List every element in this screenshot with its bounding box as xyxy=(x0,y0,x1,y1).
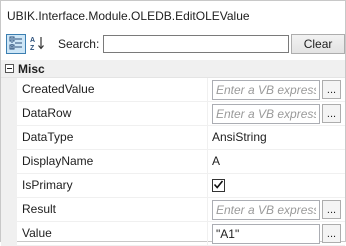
createdvalue-input[interactable] xyxy=(212,79,320,100)
property-value-cell[interactable]: AnsiString xyxy=(208,126,345,149)
alphabetical-view-button[interactable]: A Z xyxy=(28,34,48,54)
datarow-ellipsis-button[interactable]: ... xyxy=(322,104,341,123)
property-row-createdvalue[interactable]: CreatedValue ... xyxy=(1,78,345,102)
sort-alphabetical-icon: A Z xyxy=(30,35,46,54)
clear-button[interactable]: Clear xyxy=(291,34,345,54)
property-name: DataType xyxy=(17,126,208,149)
collapse-icon[interactable] xyxy=(5,64,14,73)
property-name: IsPrimary xyxy=(17,174,208,197)
svg-text:A: A xyxy=(30,37,35,44)
search-label: Search: xyxy=(57,37,100,51)
value-ellipsis-button[interactable]: ... xyxy=(322,224,341,243)
property-toolbar: A Z Search: Clear xyxy=(1,32,345,56)
value-input[interactable] xyxy=(212,223,320,244)
property-value-cell: ... xyxy=(208,102,345,125)
property-name: DataRow xyxy=(17,102,208,125)
property-name: DisplayName xyxy=(17,150,208,173)
result-ellipsis-button[interactable]: ... xyxy=(322,200,341,219)
row-gutter xyxy=(1,174,17,197)
createdvalue-ellipsis-button[interactable]: ... xyxy=(322,80,341,99)
panel-title: UBIK.Interface.Module.OLEDB.EditOLEValue xyxy=(7,9,250,23)
property-name: Result xyxy=(17,198,208,221)
datarow-input[interactable] xyxy=(212,103,320,124)
property-value-cell xyxy=(208,174,345,197)
row-gutter xyxy=(1,198,17,221)
row-gutter xyxy=(1,102,17,125)
property-row-isprimary[interactable]: IsPrimary xyxy=(1,174,345,198)
result-input[interactable] xyxy=(212,199,320,220)
row-gutter xyxy=(1,126,17,149)
search-input[interactable] xyxy=(103,35,290,53)
property-row-datatype[interactable]: DataType AnsiString xyxy=(1,126,345,150)
property-row-value[interactable]: Value ... xyxy=(1,222,345,246)
categorized-icon xyxy=(9,36,23,53)
checkmark-icon xyxy=(213,179,224,193)
row-gutter xyxy=(1,78,17,101)
property-row-datarow[interactable]: DataRow ... xyxy=(1,102,345,126)
property-rows: CreatedValue ... DataRow ... DataType An… xyxy=(1,78,345,246)
categorized-view-button[interactable] xyxy=(6,34,26,54)
category-header-misc[interactable]: Misc xyxy=(1,60,345,78)
property-row-result[interactable]: Result ... xyxy=(1,198,345,222)
isprimary-checkbox[interactable] xyxy=(212,179,225,192)
property-row-displayname[interactable]: DisplayName A xyxy=(1,150,345,174)
property-value-cell: ... xyxy=(208,78,345,101)
displayname-value[interactable]: A xyxy=(212,150,220,173)
svg-text:Z: Z xyxy=(30,45,35,51)
category-label: Misc xyxy=(18,61,45,76)
row-gutter xyxy=(1,150,17,173)
property-name: CreatedValue xyxy=(17,78,208,101)
property-value-cell: ... xyxy=(208,198,345,221)
property-grid-panel: UBIK.Interface.Module.OLEDB.EditOLEValue xyxy=(0,0,346,246)
datatype-value[interactable]: AnsiString xyxy=(212,126,267,149)
property-value-cell[interactable]: A xyxy=(208,150,345,173)
